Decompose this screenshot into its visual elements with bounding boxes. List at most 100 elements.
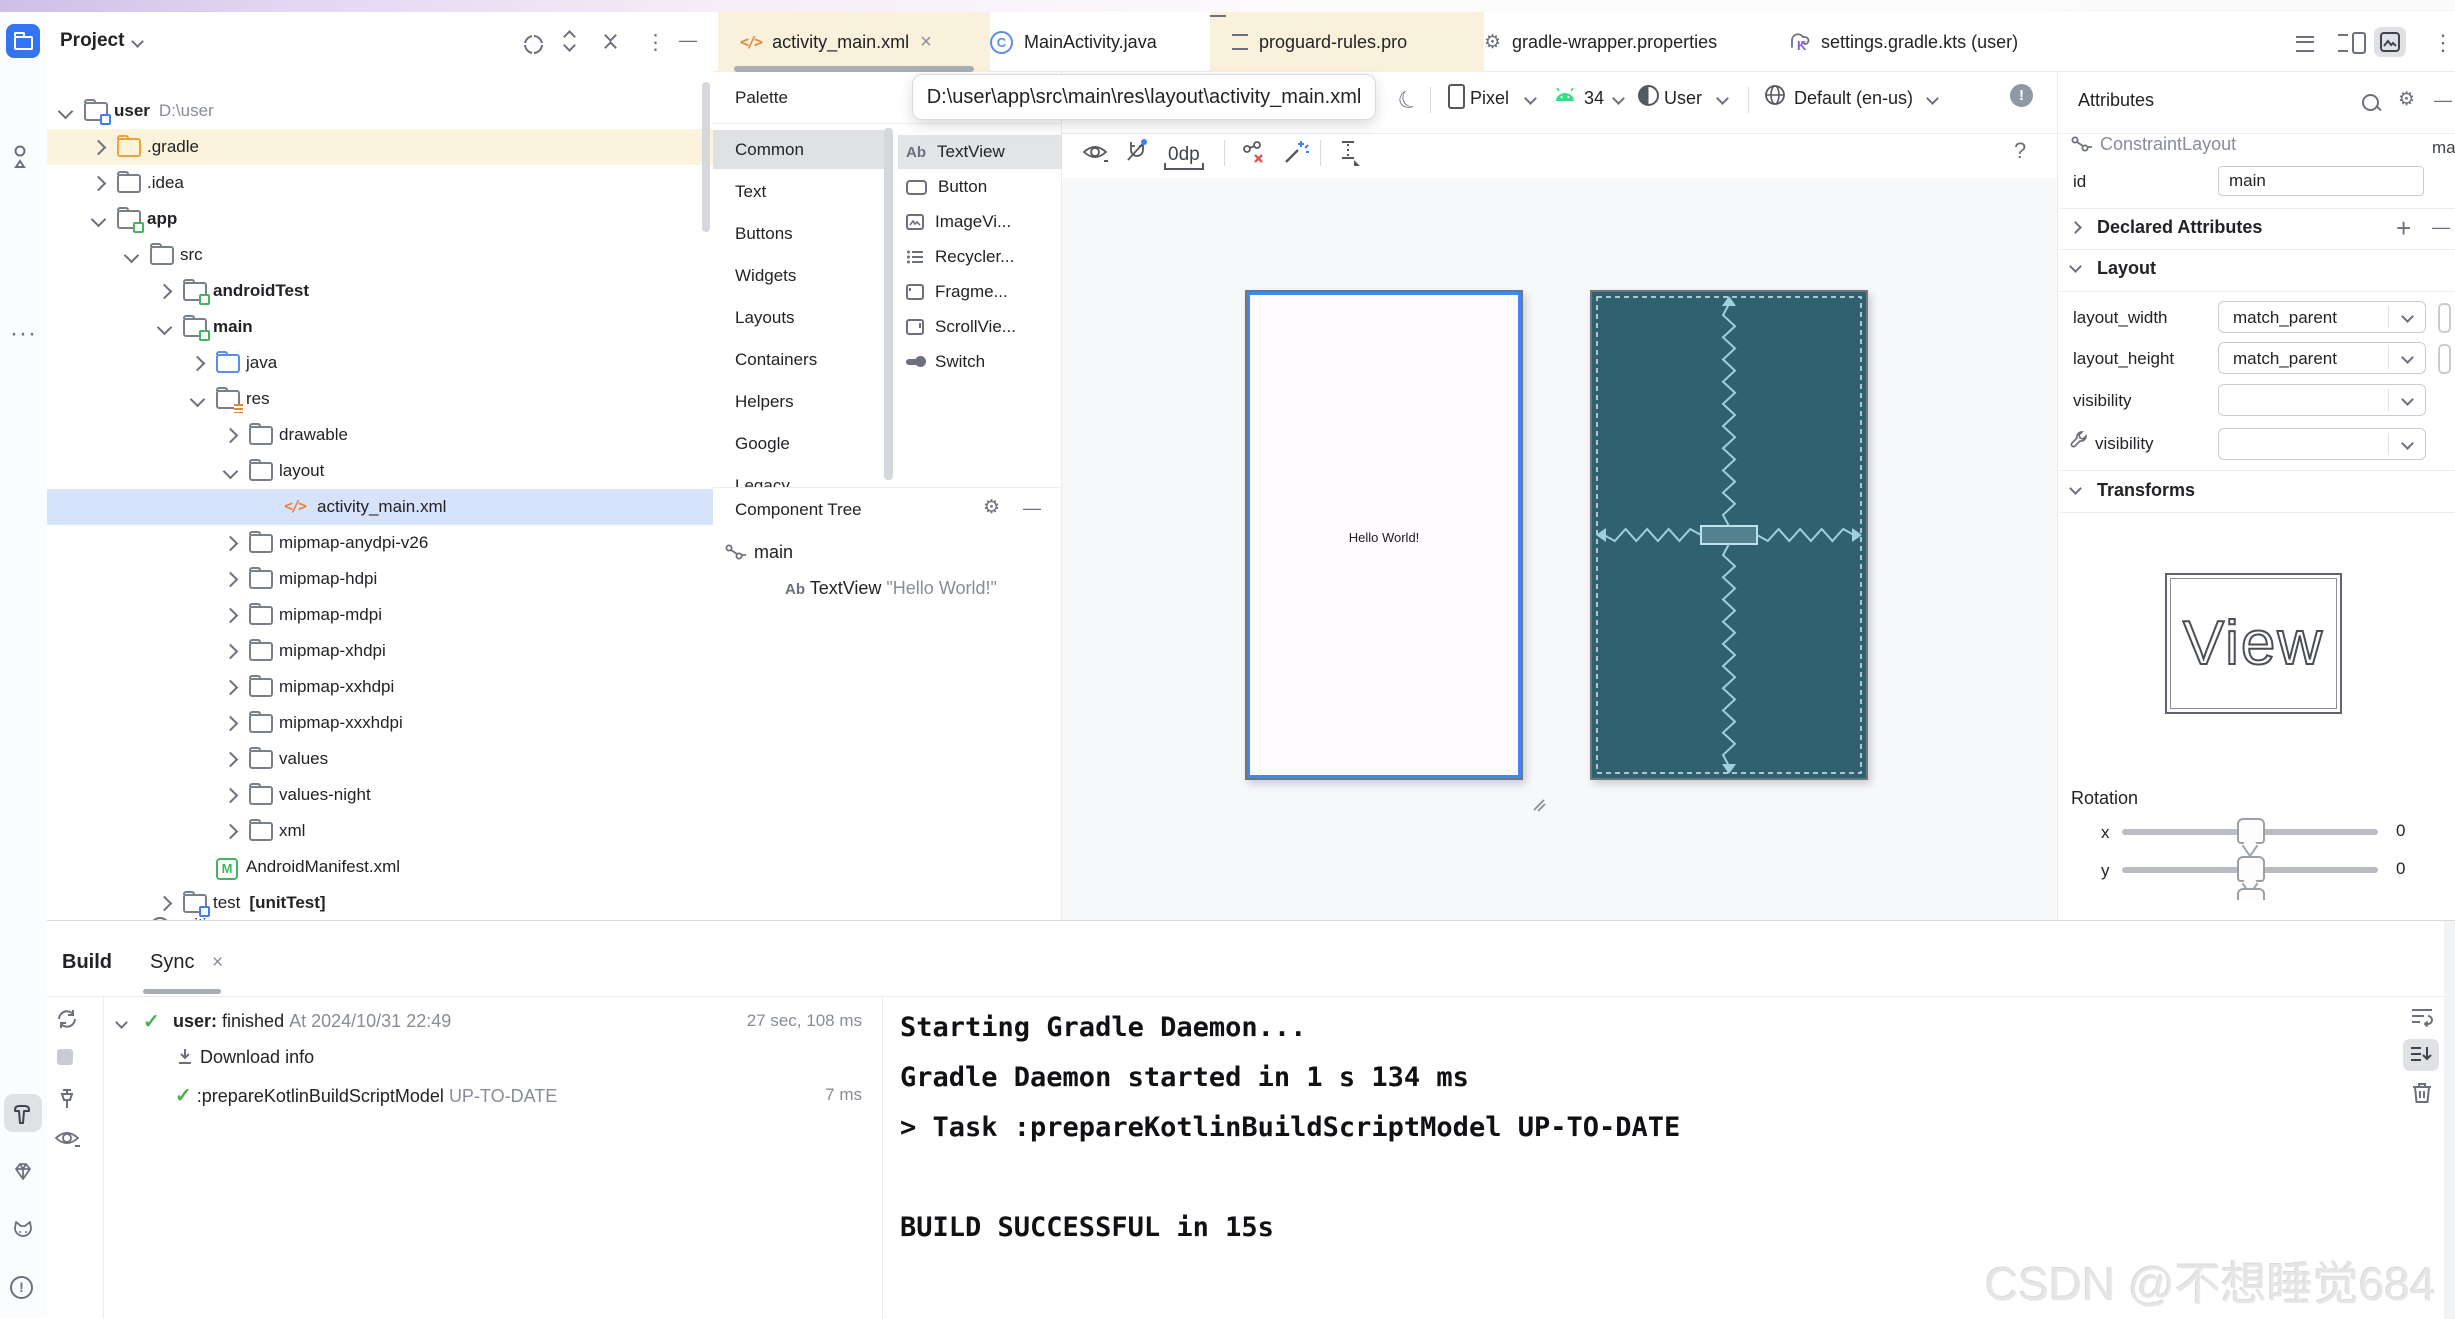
tree-row[interactable]: mipmap-anydpi-v26 xyxy=(47,525,713,561)
palette-category[interactable]: Text xyxy=(713,172,884,211)
infer-constraints-wand-icon[interactable] xyxy=(1282,138,1310,166)
build-row-prepare[interactable]: ✓ :prepareKotlinBuildScriptModel UP-TO-D… xyxy=(175,1083,557,1108)
declared-attributes-header[interactable]: Declared Attributes xyxy=(2097,217,2262,238)
preview-eye-icon[interactable] xyxy=(54,1129,80,1149)
tree-row[interactable]: mipmap-xhdpi xyxy=(47,633,713,669)
palette-category[interactable]: Helpers xyxy=(713,382,884,421)
close-icon[interactable]: × xyxy=(212,952,223,973)
palette-category[interactable]: Common xyxy=(713,130,884,169)
design-surface[interactable]: ☾ Pixel 34 User Default (en-us) ! 0dp xyxy=(1062,72,2058,920)
palette-category[interactable]: Google xyxy=(713,424,884,463)
layout-width-combo[interactable]: match_parent xyxy=(2218,301,2426,333)
component-tree-row-textview[interactable]: Ab TextView "Hello World!" xyxy=(785,578,997,599)
tree-row[interactable]: drawable xyxy=(47,417,713,453)
pack-align-icon[interactable] xyxy=(1334,138,1362,166)
palette-item-recyclerview[interactable]: Recycler... xyxy=(898,240,1062,274)
palette-category[interactable]: Containers xyxy=(713,340,884,379)
locale-selector[interactable]: Default (en-us) xyxy=(1794,88,1913,109)
id-input[interactable]: main xyxy=(2218,166,2424,196)
visibility-combo[interactable] xyxy=(2218,384,2426,416)
rotation-y-thumb[interactable] xyxy=(2237,856,2265,882)
blueprint-preview-phone[interactable] xyxy=(1590,290,1868,780)
chevron-right-icon[interactable] xyxy=(2069,221,2082,234)
chevron-down-icon[interactable] xyxy=(2069,260,2082,273)
tab-options-kebab-icon[interactable]: ⋮ xyxy=(2432,30,2454,56)
chevron-down-icon[interactable] xyxy=(2069,482,2082,495)
sync-refresh-icon[interactable] xyxy=(55,1007,79,1031)
cat-icon[interactable] xyxy=(10,1218,36,1244)
tab-settings-gradle[interactable]: K settings.gradle.kts (user) xyxy=(1762,12,2098,72)
tab-mainactivity[interactable]: C MainActivity.java xyxy=(968,12,1232,72)
preview-image-button[interactable] xyxy=(2374,27,2406,57)
tab-gradle-wrapper[interactable]: ⚙ gradle-wrapper.properties xyxy=(1462,12,1784,72)
palette-item-imageview[interactable]: ImageVi... xyxy=(898,205,1062,239)
tools-visibility-combo[interactable] xyxy=(2218,428,2426,460)
palette-category[interactable]: Widgets xyxy=(713,256,884,295)
hide-panel-icon[interactable]: — xyxy=(2434,90,2452,111)
palette-scrollbar[interactable] xyxy=(884,128,893,480)
theme-selector[interactable]: User xyxy=(1664,88,1702,109)
palette-category[interactable]: Legacy xyxy=(713,466,884,488)
project-scrollbar[interactable] xyxy=(702,82,710,232)
rotation-x-thumb[interactable] xyxy=(2237,818,2265,844)
tree-row[interactable]: mipmap-hdpi xyxy=(47,561,713,597)
add-attribute-icon[interactable]: + xyxy=(2396,213,2411,244)
palette-item-textview[interactable]: AbTextView xyxy=(898,135,1062,169)
issue-panel-icon[interactable]: ! xyxy=(2010,84,2033,107)
project-tool-button[interactable] xyxy=(6,24,40,58)
device-selector[interactable]: Pixel xyxy=(1470,88,1509,109)
palette-item-fragment[interactable]: Fragme... xyxy=(898,275,1062,309)
component-tree-settings-icon[interactable]: ⚙ xyxy=(983,498,1000,517)
pin-icon[interactable] xyxy=(55,1087,79,1111)
tree-row[interactable]: app xyxy=(47,201,713,237)
remove-attribute-icon[interactable]: — xyxy=(2432,217,2450,238)
build-row-download[interactable]: Download info xyxy=(175,1047,314,1068)
tree-row[interactable]: java xyxy=(47,345,713,381)
tree-row[interactable]: androidTest xyxy=(47,273,713,309)
gem-icon[interactable] xyxy=(11,1160,35,1184)
rotation-z-thumb-partial[interactable] xyxy=(2237,888,2265,900)
night-mode-icon[interactable]: ☾ xyxy=(1393,83,1425,118)
tree-row[interactable]: .idea xyxy=(47,165,713,201)
layout-height-combo[interactable]: match_parent xyxy=(2218,342,2426,374)
tree-row[interactable]: .gitignore xyxy=(47,907,713,920)
settings-gear-icon[interactable]: ⚙ xyxy=(2398,90,2415,109)
structure-icon[interactable] xyxy=(12,144,36,168)
problems-icon[interactable]: ! xyxy=(10,1276,33,1299)
tree-row[interactable]: userD:\user xyxy=(47,93,713,129)
more-tool-windows-icon[interactable]: ··· xyxy=(10,320,37,348)
build-console-output[interactable]: Starting Gradle Daemon... Gradle Daemon … xyxy=(900,1003,1680,1253)
tree-row[interactable]: mipmap-xxhdpi xyxy=(47,669,713,705)
palette-category[interactable]: Layouts xyxy=(713,298,884,337)
clear-constraints-icon[interactable] xyxy=(1240,140,1266,166)
autoconnect-magnet-icon[interactable] xyxy=(1124,138,1150,164)
tab-sync[interactable]: Sync × xyxy=(150,951,223,974)
search-icon[interactable] xyxy=(2362,94,2379,111)
api-selector[interactable]: 34 xyxy=(1584,88,1604,109)
design-preview-phone[interactable]: Hello World! xyxy=(1245,290,1523,780)
scroll-to-end-button[interactable] xyxy=(2403,1039,2439,1071)
tree-row-selected[interactable]: </> activity_main.xml xyxy=(47,489,713,525)
tree-row[interactable]: mipmap-xxxhdpi xyxy=(47,705,713,741)
canvas-resize-handle[interactable] xyxy=(1524,790,1546,812)
default-margin-selector[interactable]: 0dp xyxy=(1164,144,1204,170)
close-icon[interactable]: × xyxy=(920,31,932,54)
palette-item-button[interactable]: Button xyxy=(898,170,1062,204)
tree-row[interactable]: src xyxy=(47,237,713,273)
layout-section-header[interactable]: Layout xyxy=(2097,258,2156,279)
tree-row[interactable]: res xyxy=(47,381,713,417)
view-options-eye-icon[interactable] xyxy=(1082,142,1108,162)
tab-proguard[interactable]: proguard-rules.pro xyxy=(1210,12,1484,72)
tree-row[interactable]: xml xyxy=(47,813,713,849)
tree-row[interactable]: layout xyxy=(47,453,713,489)
tree-row[interactable]: .gradle xyxy=(47,129,713,165)
palette-category[interactable]: Buttons xyxy=(713,214,884,253)
soft-wrap-icon[interactable] xyxy=(2410,1005,2434,1029)
editor-menu-icon[interactable] xyxy=(2296,36,2314,52)
component-tree-row-root[interactable]: main xyxy=(725,542,793,563)
tab-activity-main[interactable]: </> activity_main.xml × xyxy=(718,12,990,72)
tree-row[interactable]: main xyxy=(47,309,713,345)
tree-row[interactable]: M AndroidManifest.xml xyxy=(47,849,713,885)
console-scrollbar-gutter[interactable] xyxy=(2444,921,2455,1319)
palette-item-switch[interactable]: Switch xyxy=(898,345,1062,379)
